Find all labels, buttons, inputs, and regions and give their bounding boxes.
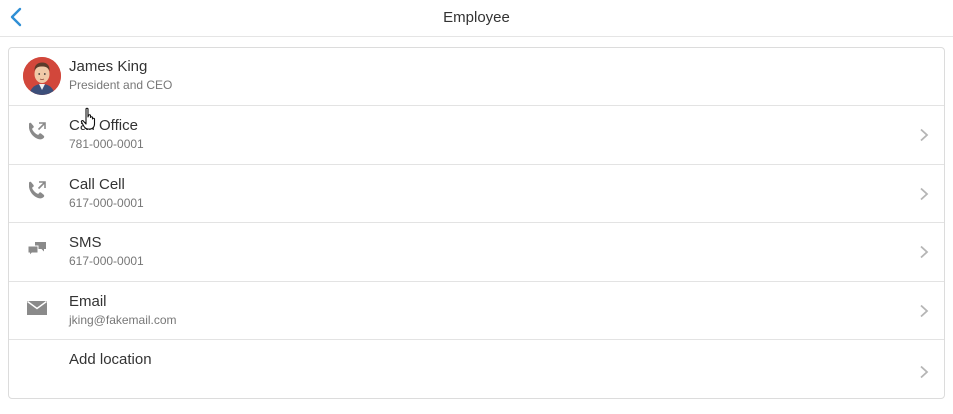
chevron-right-icon [920,128,929,142]
employee-role: President and CEO [69,78,173,92]
email-row[interactable]: Email jking@fakemail.com [9,282,944,340]
avatar [23,57,61,95]
employee-card: James King President and CEO Call Office… [8,47,945,399]
phone-call-icon [25,179,49,203]
action-value: 617-000-0001 [69,254,144,268]
app-header: Employee [0,0,953,37]
action-label: Add location [69,351,152,368]
action-value: 617-000-0001 [69,196,144,210]
chevron-right-icon [920,304,929,318]
call-cell-row[interactable]: Call Cell 617-000-0001 [9,165,944,223]
add-location-row[interactable]: Add location [9,340,944,398]
action-label: Email [69,293,107,310]
phone-call-icon [25,120,49,144]
action-value: jking@fakemail.com [69,313,177,327]
sms-row[interactable]: SMS 617-000-0001 [9,223,944,282]
avatar-portrait [23,57,61,95]
chevron-right-icon [920,365,929,379]
chevron-right-icon [920,187,929,201]
chat-bubbles-icon [25,237,49,261]
call-office-row[interactable]: Call Office 781-000-0001 [9,106,944,165]
action-label: Call Office [69,117,138,134]
envelope-icon [25,296,49,320]
action-label: SMS [69,234,102,251]
chevron-right-icon [920,245,929,259]
action-label: Call Cell [69,176,125,193]
page-title: Employee [443,9,510,26]
action-value: 781-000-0001 [69,137,144,151]
employee-name: James King [69,58,148,75]
profile-row: James King President and CEO [9,48,944,106]
